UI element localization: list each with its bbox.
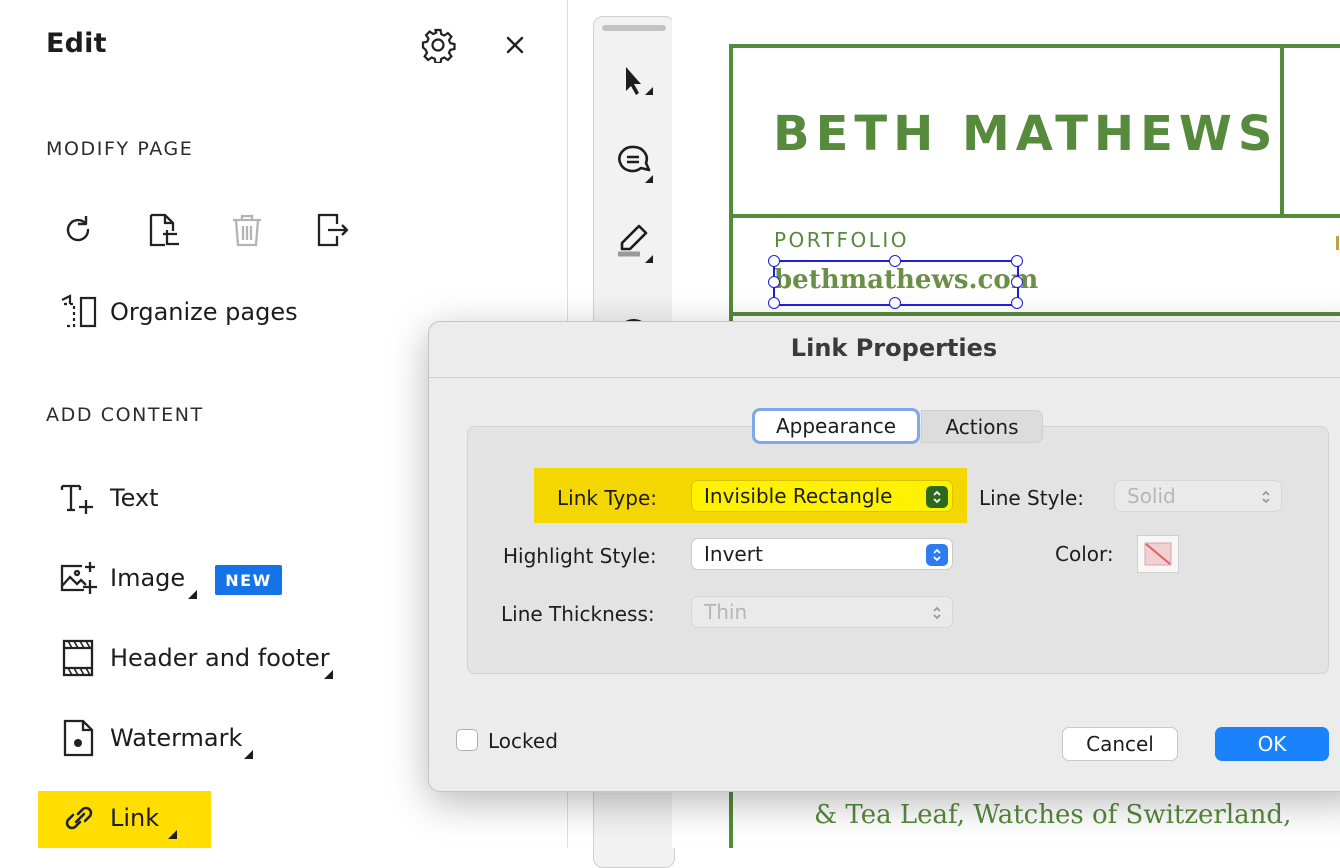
header-footer-flyout-icon[interactable] xyxy=(324,670,333,679)
gear-icon[interactable] xyxy=(420,27,456,63)
add-image-icon xyxy=(60,562,97,594)
add-image-row[interactable]: Image xyxy=(58,556,185,600)
name-box-divider xyxy=(1280,44,1284,214)
selection-handle[interactable] xyxy=(1011,297,1023,309)
cancel-button[interactable]: Cancel xyxy=(1062,727,1178,761)
extract-page-icon[interactable] xyxy=(313,212,349,248)
line-thickness-select: Thin xyxy=(691,596,953,628)
organize-pages-label: Organize pages xyxy=(110,298,298,326)
link-icon xyxy=(65,806,93,830)
doc-edge-mark xyxy=(1336,236,1339,250)
add-content-heading: ADD CONTENT xyxy=(46,404,204,426)
selection-handle[interactable] xyxy=(768,276,780,288)
add-text-icon xyxy=(60,484,93,514)
selection-handle[interactable] xyxy=(768,297,780,309)
color-swatch[interactable] xyxy=(1137,535,1179,573)
link-label: Link xyxy=(110,804,160,832)
header-footer-icon xyxy=(62,639,94,677)
text-label: Text xyxy=(110,484,159,512)
doc-horizontal-rule xyxy=(729,312,1340,316)
chevron-updown-icon xyxy=(926,544,948,566)
modify-page-heading: MODIFY PAGE xyxy=(46,138,194,160)
ok-button[interactable]: OK xyxy=(1215,727,1329,761)
tab-appearance[interactable]: Appearance xyxy=(752,408,920,444)
organize-pages-row[interactable]: Organize pages xyxy=(58,290,298,334)
select-cursor-icon[interactable] xyxy=(609,57,657,105)
header-footer-row[interactable]: Header and footer xyxy=(58,636,330,680)
no-color-icon xyxy=(1144,542,1172,566)
watermark-label: Watermark xyxy=(110,724,243,752)
watermark-row[interactable]: Watermark xyxy=(58,716,242,760)
selection-handle[interactable] xyxy=(889,255,901,267)
header-footer-label: Header and footer xyxy=(110,644,330,672)
highlight-style-value: Invert xyxy=(704,542,763,566)
tab-actions[interactable]: Actions xyxy=(921,410,1043,443)
chevron-updown-icon xyxy=(926,486,948,508)
link-properties-dialog: Link Properties Appearance Actions Link … xyxy=(428,321,1340,792)
locked-label: Locked xyxy=(488,729,558,753)
link-flyout-icon[interactable] xyxy=(168,830,177,839)
locked-checkbox[interactable] xyxy=(456,729,478,751)
highlighter-icon[interactable] xyxy=(609,217,657,265)
line-thickness-value: Thin xyxy=(704,600,748,624)
organize-pages-icon xyxy=(61,294,97,328)
selection-handle[interactable] xyxy=(1011,276,1023,288)
highlight-style-select[interactable]: Invert xyxy=(691,538,953,570)
selection-handle[interactable] xyxy=(1011,255,1023,267)
link-type-value: Invisible Rectangle xyxy=(704,484,893,508)
add-text-row[interactable]: Text xyxy=(58,476,159,520)
toolbar-drag-handle[interactable] xyxy=(602,25,666,31)
line-style-value: Solid xyxy=(1127,484,1176,508)
image-flyout-icon[interactable] xyxy=(188,590,197,599)
doc-portfolio-label: PORTFOLIO xyxy=(774,228,909,252)
delete-icon xyxy=(233,214,261,247)
line-style-label: Line Style: xyxy=(979,486,1085,510)
chevron-updown-icon xyxy=(1255,486,1277,508)
highlight-style-label: Highlight Style: xyxy=(503,544,657,568)
link-type-select[interactable]: Invisible Rectangle xyxy=(691,480,953,512)
doc-body-text: & Tea Leaf, Watches of Switzerland, xyxy=(814,800,1292,830)
watermark-icon xyxy=(63,719,94,757)
selection-handle[interactable] xyxy=(768,255,780,267)
color-label: Color: xyxy=(1055,542,1114,566)
close-icon[interactable] xyxy=(500,30,530,60)
line-style-select: Solid xyxy=(1114,480,1282,512)
link-type-label: Link Type: xyxy=(557,486,657,510)
link-row[interactable]: Link xyxy=(58,796,159,840)
doc-name-heading: BETH MATHEWS xyxy=(773,106,1279,162)
watermark-flyout-icon[interactable] xyxy=(244,750,253,759)
crop-page-icon[interactable] xyxy=(145,212,181,248)
dialog-title: Link Properties xyxy=(790,334,998,362)
panel-title: Edit xyxy=(46,28,107,59)
new-badge: NEW xyxy=(215,565,282,595)
selection-handle[interactable] xyxy=(889,297,901,309)
rotate-icon[interactable] xyxy=(60,212,96,248)
image-label: Image xyxy=(110,564,186,592)
dialog-title-separator xyxy=(429,377,1340,378)
chevron-updown-icon xyxy=(926,602,948,624)
comment-icon[interactable] xyxy=(609,137,657,185)
line-thickness-label: Line Thickness: xyxy=(501,602,655,626)
